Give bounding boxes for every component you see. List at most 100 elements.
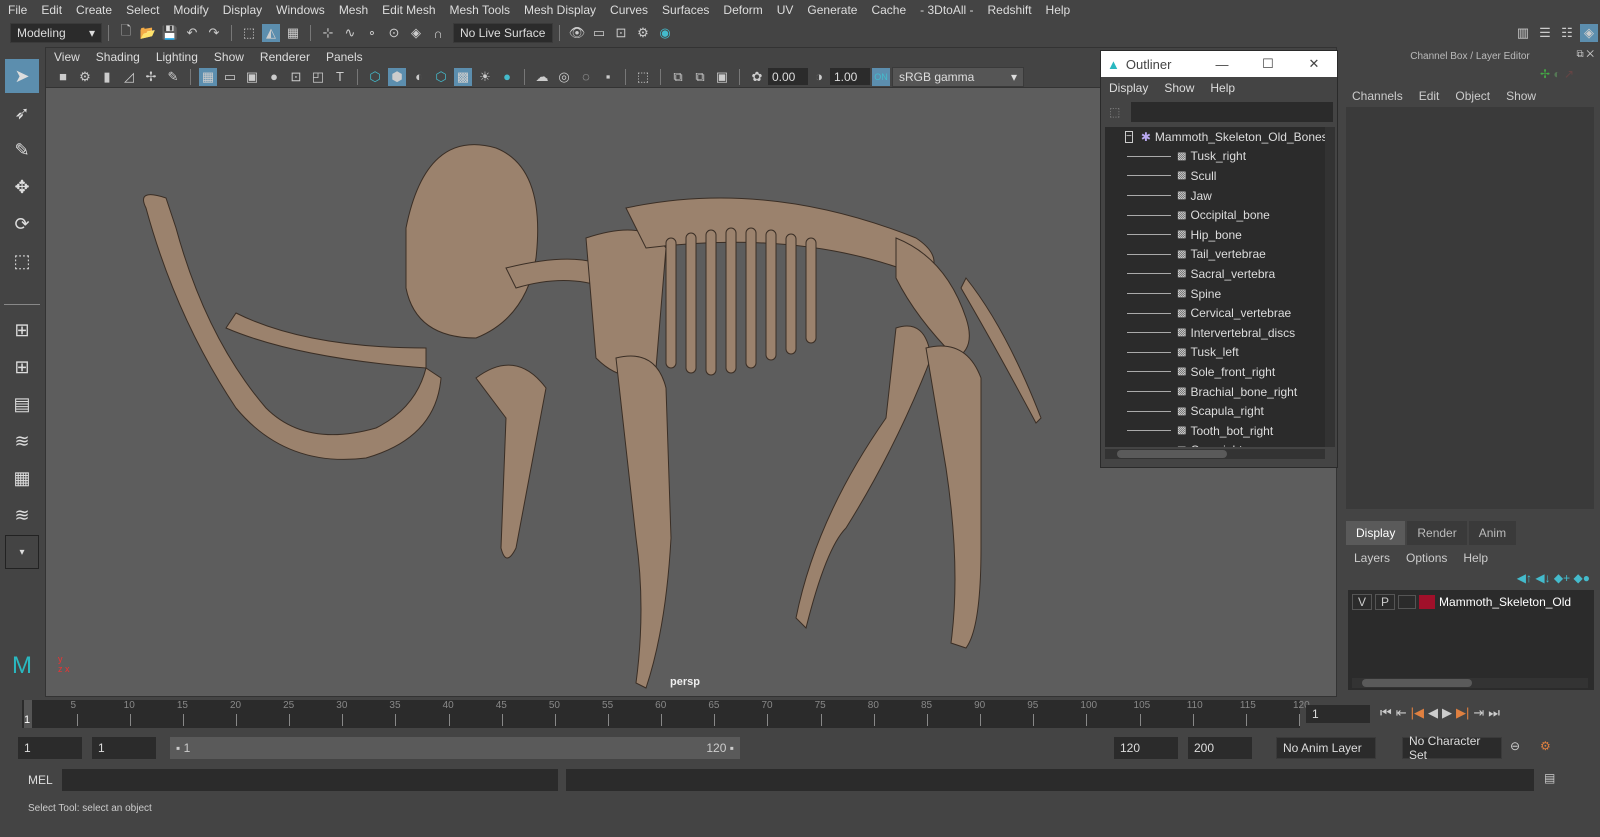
new-layer-icon[interactable]: ◆+ bbox=[1554, 571, 1570, 585]
anim-layer-select[interactable]: No Anim Layer bbox=[1276, 737, 1376, 759]
render-settings-icon[interactable]: ⚙ bbox=[634, 24, 652, 42]
new-scene-icon[interactable]: 🗋 bbox=[117, 23, 135, 42]
menu-windows[interactable]: Windows bbox=[276, 3, 325, 17]
outliner-item[interactable]: ▩ Scull bbox=[1105, 166, 1325, 186]
menu-3dtoall[interactable]: - 3DtoAll - bbox=[920, 3, 973, 17]
menu-edit[interactable]: Edit bbox=[41, 3, 62, 17]
step-forward-key-icon[interactable]: ▶| bbox=[1456, 705, 1469, 721]
film-gate-icon[interactable]: ▭ bbox=[221, 68, 239, 86]
menu-edit-mesh[interactable]: Edit Mesh bbox=[382, 3, 435, 17]
menu-generate[interactable]: Generate bbox=[807, 3, 857, 17]
wireframe-on-shaded-icon[interactable]: ⬡ bbox=[432, 68, 450, 86]
use-lights-icon[interactable]: ☀ bbox=[476, 68, 494, 86]
collapse-icon[interactable]: − bbox=[1125, 130, 1133, 143]
view-transform-select[interactable]: sRGB gamma ▾ bbox=[892, 66, 1024, 87]
outliner-persp-layout-icon[interactable]: ▤ bbox=[5, 387, 39, 421]
modeling-toolkit-icon[interactable]: ▥ bbox=[1514, 24, 1532, 42]
menu-modify[interactable]: Modify bbox=[173, 3, 208, 17]
outliner-item[interactable]: ▩ Cup_right bbox=[1105, 441, 1325, 447]
viewport-menu-view[interactable]: View bbox=[54, 50, 80, 64]
workspace-select[interactable]: Modeling ▾ bbox=[10, 23, 102, 43]
move-tool-icon[interactable]: ✥ bbox=[5, 170, 39, 204]
move-layer-up-icon[interactable]: ◀↑ bbox=[1517, 571, 1532, 585]
script-editor-icon[interactable]: ▤ bbox=[1544, 771, 1555, 785]
isolate-select-icon[interactable]: ⬚ bbox=[634, 68, 652, 86]
layer-display-type-toggle[interactable] bbox=[1398, 595, 1417, 609]
menu-help[interactable]: Help bbox=[1046, 3, 1071, 17]
field-chart-icon[interactable]: ⊡ bbox=[287, 68, 305, 86]
auto-key-icon[interactable]: ⊖ bbox=[1510, 739, 1520, 753]
single-pane-layout-icon[interactable]: ⊞ bbox=[5, 313, 39, 347]
tool-settings-icon[interactable]: ☷ bbox=[1558, 24, 1576, 42]
grid-icon[interactable]: ▦ bbox=[199, 67, 217, 86]
menu-deform[interactable]: Deform bbox=[723, 3, 762, 17]
viewport-menu-lighting[interactable]: Lighting bbox=[156, 50, 198, 64]
live-surface-field[interactable]: No Live Surface bbox=[453, 23, 553, 43]
layer-menu-layers[interactable]: Layers bbox=[1354, 551, 1390, 565]
outliner-item[interactable]: ▩ Scapula_right bbox=[1105, 401, 1325, 421]
outliner-menu-help[interactable]: Help bbox=[1210, 81, 1235, 95]
menu-uv[interactable]: UV bbox=[777, 3, 794, 17]
menu-cache[interactable]: Cache bbox=[871, 3, 906, 17]
outliner-item[interactable]: ▩ Intervertebral_discs bbox=[1105, 323, 1325, 343]
smooth-shade-icon[interactable]: ⬢ bbox=[388, 67, 406, 86]
range-end-handle[interactable]: 120 ▪ bbox=[706, 741, 734, 755]
lasso-tool-icon[interactable]: ➶ bbox=[5, 96, 39, 130]
outliner-item[interactable]: ▩ Tusk_right bbox=[1105, 147, 1325, 167]
save-scene-icon[interactable]: 💾 bbox=[161, 24, 179, 42]
redo-icon[interactable]: ↷ bbox=[205, 24, 223, 42]
playback-start-field[interactable]: 1 bbox=[92, 737, 156, 759]
layer-row[interactable]: V P Mammoth_Skeleton_Old bbox=[1352, 594, 1594, 610]
tab-render[interactable]: Render bbox=[1407, 521, 1467, 545]
select-component-icon[interactable]: ▦ bbox=[284, 24, 302, 42]
layer-menu-options[interactable]: Options bbox=[1406, 551, 1447, 565]
character-set-select[interactable]: No Character Set bbox=[1402, 734, 1502, 762]
viewport-menu-renderer[interactable]: Renderer bbox=[260, 50, 310, 64]
open-scene-icon[interactable]: 📂 bbox=[139, 24, 157, 42]
snap-view-icon[interactable]: ⊙ bbox=[385, 24, 403, 42]
time-slider-track[interactable]: 1 5 10 15 20 25 30 35 40 45 50 55 60 65 70 75 80 85 90 95 1… bbox=[22, 700, 1310, 728]
resolution-gate-icon[interactable]: ▣ bbox=[243, 68, 261, 86]
scale-tool-icon[interactable]: ⬚ bbox=[5, 244, 39, 278]
outliner-item[interactable]: ▩ Brachial_bone_right bbox=[1105, 382, 1325, 402]
current-frame-marker[interactable]: 1 bbox=[24, 700, 32, 728]
2d-pan-zoom-icon[interactable]: ✢ bbox=[142, 68, 160, 86]
select-hierarchy-icon[interactable]: ⬚ bbox=[240, 24, 258, 42]
go-to-end-icon[interactable]: ⏭ bbox=[1488, 705, 1500, 721]
ipr-render-icon[interactable]: ⊡ bbox=[612, 24, 630, 42]
snap-point-icon[interactable]: ∘ bbox=[363, 24, 381, 42]
render-frame-icon[interactable]: ▭ bbox=[590, 24, 608, 42]
xray-joints-icon[interactable]: ▣ bbox=[713, 68, 731, 86]
go-to-start-icon[interactable]: ⏮ bbox=[1380, 705, 1392, 721]
camera-icon[interactable]: ■ bbox=[54, 68, 72, 86]
safe-title-icon[interactable]: T bbox=[331, 68, 349, 86]
outliner-root-item[interactable]: − ✱ Mammoth_Skeleton_Old_Bones bbox=[1105, 127, 1325, 147]
new-layer-selected-icon[interactable]: ◆● bbox=[1574, 571, 1590, 585]
xray-active-icon[interactable]: ⧉ bbox=[691, 68, 709, 86]
layer-visibility-toggle[interactable]: V bbox=[1352, 594, 1373, 610]
channel-box-menu-edit[interactable]: Edit bbox=[1419, 89, 1440, 103]
menu-file[interactable]: File bbox=[8, 3, 27, 17]
viewport-menu-shading[interactable]: Shading bbox=[96, 50, 140, 64]
textured-icon[interactable]: ▩ bbox=[454, 67, 472, 86]
depth-of-field-icon[interactable]: ▪ bbox=[599, 68, 617, 86]
default-material-icon[interactable]: ◐ bbox=[410, 68, 428, 86]
menu-mesh-tools[interactable]: Mesh Tools bbox=[450, 3, 510, 17]
menu-select[interactable]: Select bbox=[126, 3, 159, 17]
channel-box-menu-show[interactable]: Show bbox=[1506, 89, 1536, 103]
channel-box-menu-channels[interactable]: Channels bbox=[1352, 89, 1403, 103]
range-start-handle[interactable]: ▪ 1 bbox=[176, 741, 190, 755]
camera-attributes-icon[interactable]: ⚙ bbox=[76, 68, 94, 86]
layer-playback-toggle[interactable]: P bbox=[1375, 594, 1396, 610]
select-tool-icon[interactable]: ➤ bbox=[5, 59, 39, 93]
snap-curve-icon[interactable]: ∿ bbox=[341, 24, 359, 42]
menu-mesh-display[interactable]: Mesh Display bbox=[524, 3, 596, 17]
viewport-menu-show[interactable]: Show bbox=[214, 50, 244, 64]
float-close-buttons[interactable]: ⧉ ✕ bbox=[1576, 49, 1594, 60]
filter-icon[interactable]: ⬚ bbox=[1109, 105, 1120, 119]
render-view-icon[interactable]: 👁 bbox=[568, 24, 586, 42]
menu-surfaces[interactable]: Surfaces bbox=[662, 3, 709, 17]
menu-display[interactable]: Display bbox=[223, 3, 262, 17]
command-input[interactable] bbox=[62, 769, 558, 791]
playback-end-field[interactable]: 120 bbox=[1114, 737, 1178, 759]
